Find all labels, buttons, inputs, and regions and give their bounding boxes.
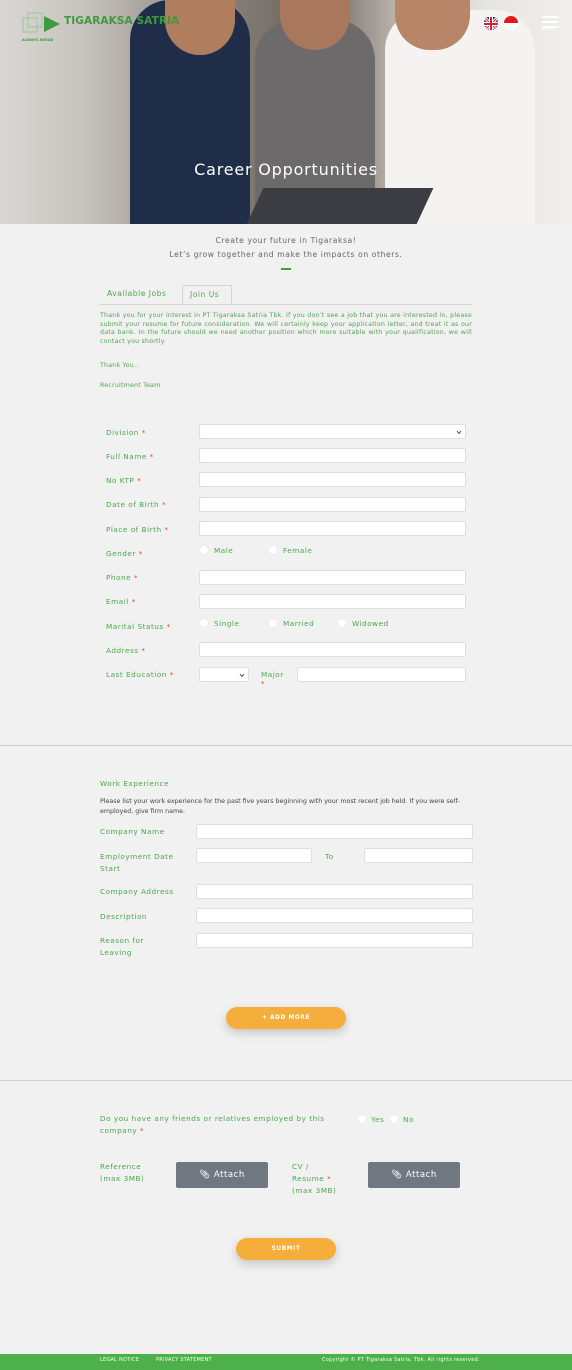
section-divider xyxy=(0,1080,572,1081)
gender-male-label: Male xyxy=(214,546,234,555)
full-name-label: Full Name * xyxy=(106,452,154,461)
friends-no-radio[interactable] xyxy=(389,1114,399,1124)
employment-date-start-label: Employment Date Start xyxy=(100,852,174,873)
thank-you-message: Thank you for your interest in PT Tigara… xyxy=(100,312,472,345)
footer-privacy-statement-link[interactable]: PRIVACY STATEMENT xyxy=(156,1357,212,1363)
company-name-label: Company Name xyxy=(100,827,165,836)
last-education-label: Last Education * xyxy=(106,670,174,679)
attach-label: Attach xyxy=(213,1170,245,1180)
attach-label: Attach xyxy=(405,1170,437,1180)
footer-legal-notice-link[interactable]: LEGAL NOTICE xyxy=(100,1357,139,1363)
friends-yes-label: Yes xyxy=(371,1115,385,1124)
major-input[interactable] xyxy=(297,667,466,682)
hero-banner: TIGARAKSA SATRIA ALWAYS AHEAD MENU Caree… xyxy=(0,0,572,224)
marital-single-label: Single xyxy=(214,619,240,628)
footer-copyright: Copyright © PT Tigaraksa Satria, Tbk. Al… xyxy=(322,1357,480,1363)
footer xyxy=(0,1354,572,1370)
phone-label: Phone * xyxy=(106,573,139,582)
paperclip-icon: 📎︎ xyxy=(199,1170,211,1180)
date-of-birth-input[interactable] xyxy=(199,497,466,512)
logo-text[interactable]: TIGARAKSA SATRIA xyxy=(64,15,179,27)
friends-yes-radio[interactable] xyxy=(357,1114,367,1124)
full-name-input[interactable] xyxy=(199,448,466,463)
chevron-down-icon xyxy=(456,430,462,435)
cv-attach-button[interactable]: 📎︎ Attach xyxy=(368,1162,460,1188)
paperclip-icon: 📎︎ xyxy=(391,1170,403,1180)
flag-english-icon[interactable] xyxy=(484,16,498,30)
tabs-underline xyxy=(100,304,472,305)
intro-line-1: Create your future in Tigaraksa! xyxy=(215,236,357,245)
tab-join-us[interactable]: Join Us xyxy=(182,285,232,305)
major-label: Major xyxy=(261,670,284,679)
place-of-birth-label: Place of Birth * xyxy=(106,525,169,534)
cv-label: CV / Resume * (max 3MB) xyxy=(292,1162,337,1195)
marital-widowed-radio[interactable] xyxy=(337,618,347,628)
division-select[interactable] xyxy=(199,424,466,439)
no-ktp-input[interactable] xyxy=(199,472,466,487)
address-input[interactable] xyxy=(199,642,466,657)
reference-attach-button[interactable]: 📎︎ Attach xyxy=(176,1162,268,1188)
friends-question: Do you have any friends or relatives emp… xyxy=(100,1114,325,1135)
date-of-birth-label: Date of Birth * xyxy=(106,500,167,509)
thank-you-text: Thank You.. xyxy=(100,362,139,369)
work-experience-title: Work Experience xyxy=(100,779,169,788)
marital-married-label: Married xyxy=(283,619,315,628)
marital-widowed-label: Widowed xyxy=(352,619,389,628)
menu-label[interactable]: MENU xyxy=(542,26,554,31)
company-address-label: Company Address xyxy=(100,887,174,896)
gender-female-radio[interactable] xyxy=(268,545,278,555)
email-input[interactable] xyxy=(199,594,466,609)
gender-label: Gender * xyxy=(106,549,143,558)
divider xyxy=(281,268,291,270)
reference-label: Reference (max 3MB) xyxy=(100,1162,145,1183)
major-required-mark: * xyxy=(261,680,265,688)
submit-button[interactable]: SUBMIT xyxy=(236,1238,336,1260)
chevron-down-icon xyxy=(239,673,245,678)
division-label: Division * xyxy=(106,428,146,437)
description-label: Description xyxy=(100,912,148,921)
reason-for-leaving-label: Reason for Leaving xyxy=(100,936,144,957)
work-experience-instructions: Please list your work experience for the… xyxy=(100,798,460,815)
flag-indonesia-icon[interactable] xyxy=(504,16,518,30)
add-more-button[interactable]: + ADD MORE xyxy=(226,1007,346,1029)
signature-text: Recruitment Team xyxy=(100,382,161,389)
friends-no-label: No xyxy=(403,1115,414,1124)
description-input[interactable] xyxy=(196,908,473,923)
gender-female-label: Female xyxy=(283,546,313,555)
phone-input[interactable] xyxy=(199,570,466,585)
marital-status-label: Marital Status * xyxy=(106,622,171,631)
company-name-input[interactable] xyxy=(196,824,473,839)
marital-single-radio[interactable] xyxy=(199,618,209,628)
address-label: Address * xyxy=(106,646,146,655)
tab-available-jobs[interactable]: Available Jobs xyxy=(100,285,173,305)
logo-icon[interactable] xyxy=(22,10,62,38)
no-ktp-label: No KTP * xyxy=(106,476,142,485)
reason-for-leaving-input[interactable] xyxy=(196,933,473,948)
intro-line-2: Let’s grow together and make the impacts… xyxy=(169,250,403,259)
company-address-input[interactable] xyxy=(196,884,473,899)
employment-date-end-input[interactable] xyxy=(364,848,473,863)
page-title: Career Opportunities xyxy=(194,160,378,179)
place-of-birth-input[interactable] xyxy=(199,521,466,536)
marital-married-radio[interactable] xyxy=(268,618,278,628)
email-label: Email * xyxy=(106,597,136,606)
to-label: To xyxy=(325,852,334,861)
logo-tagline: ALWAYS AHEAD xyxy=(22,38,54,42)
employment-date-start-input[interactable] xyxy=(196,848,312,863)
last-education-select[interactable] xyxy=(199,667,249,682)
section-divider xyxy=(0,745,572,746)
gender-male-radio[interactable] xyxy=(199,545,209,555)
hero-laptop xyxy=(246,188,434,224)
